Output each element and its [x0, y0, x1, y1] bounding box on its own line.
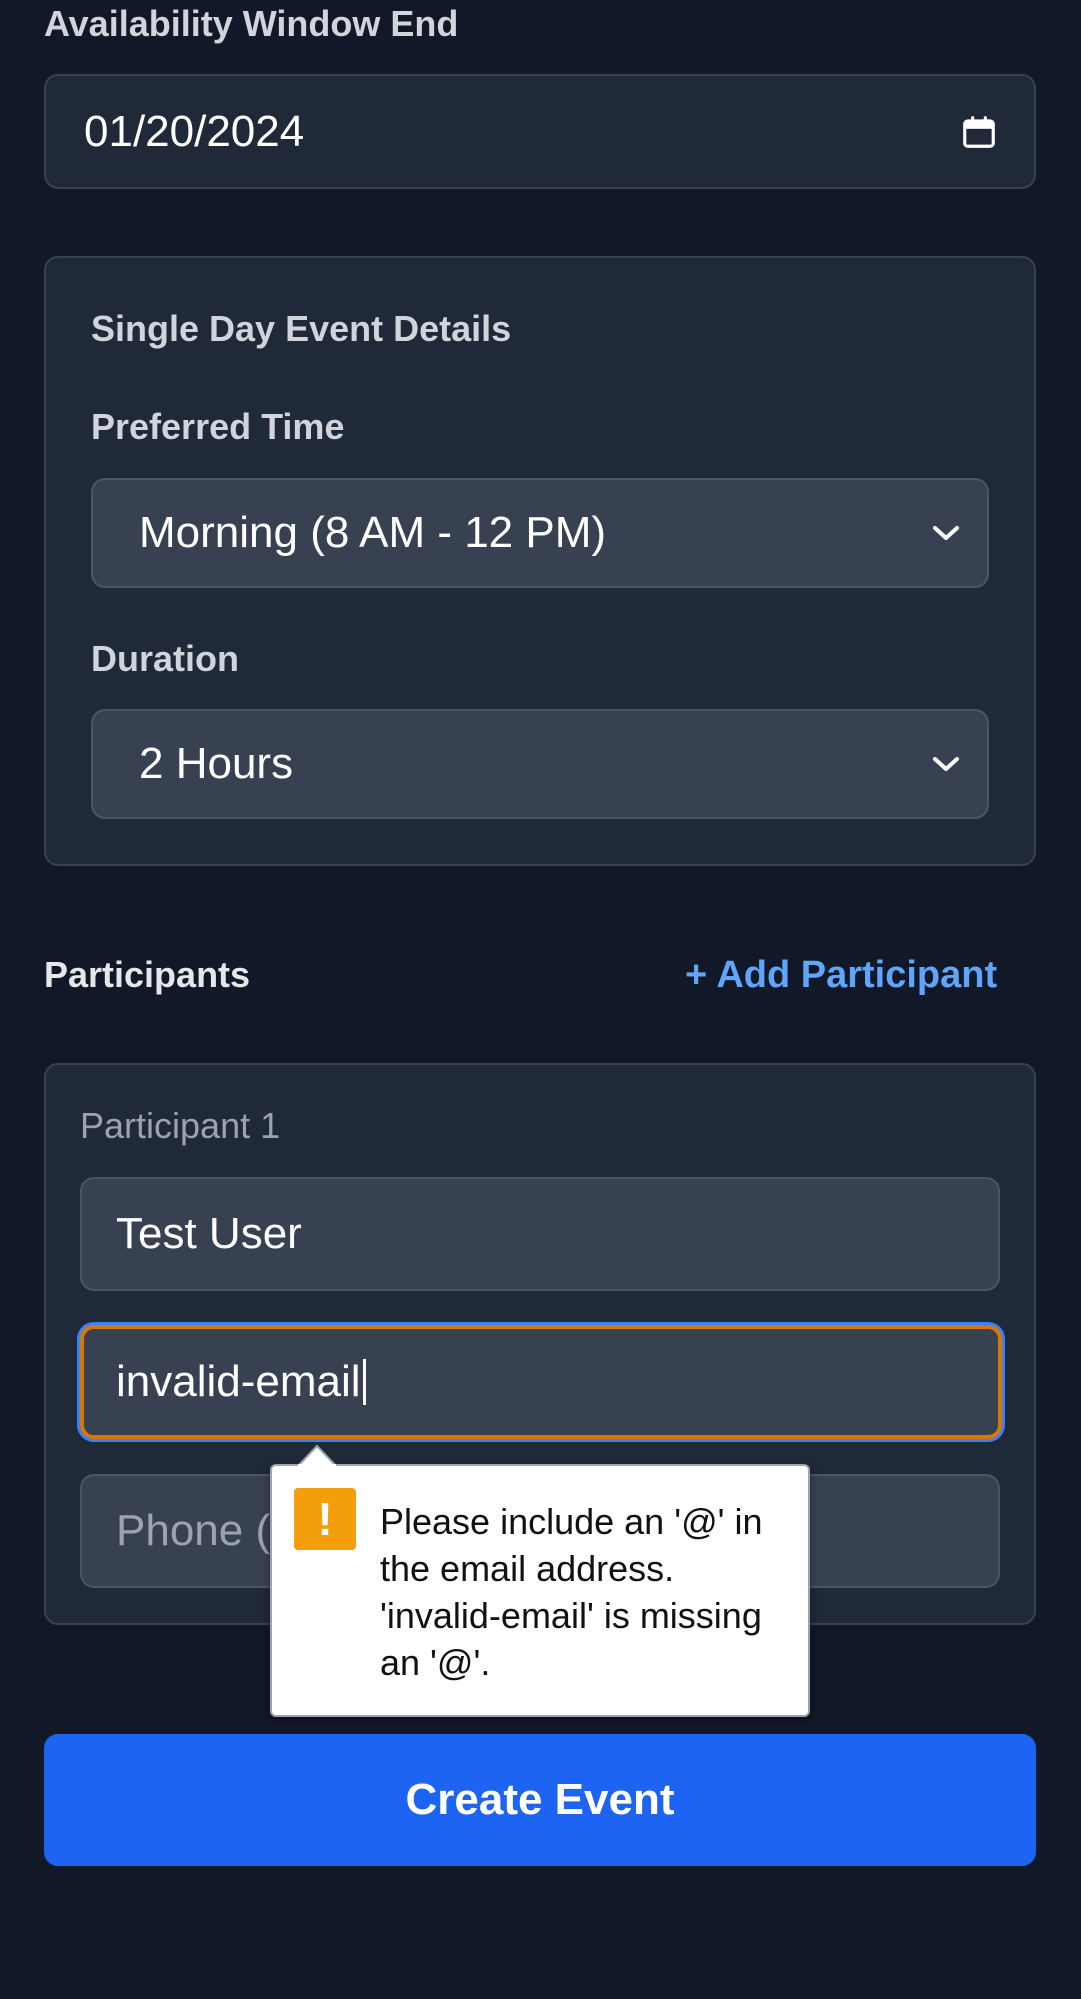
create-event-button[interactable]: Create Event [44, 1734, 1036, 1866]
preferred-time-label: Preferred Time [91, 406, 345, 447]
participants-title: Participants [44, 954, 251, 995]
chevron-down-icon [931, 754, 961, 774]
availability-end-date-input[interactable]: 01/20/2024 [44, 74, 1036, 189]
availability-end-label: Availability Window End [44, 3, 459, 44]
participant-email-value: invalid-email [116, 1357, 361, 1406]
participant-name-value: Test User [116, 1209, 302, 1258]
tooltip-arrow [298, 1444, 336, 1466]
participant-name-input[interactable]: Test User [80, 1177, 1000, 1291]
single-day-title: Single Day Event Details [91, 308, 512, 349]
duration-value: 2 Hours [139, 739, 294, 788]
chevron-down-icon [931, 523, 961, 543]
preferred-time-value: Morning (8 AM - 12 PM) [139, 508, 607, 557]
preferred-time-select[interactable]: Morning (8 AM - 12 PM) [91, 478, 989, 588]
duration-select[interactable]: 2 Hours [91, 709, 989, 819]
participant-email-input[interactable]: invalid-email [80, 1325, 1002, 1439]
duration-label: Duration [91, 638, 239, 679]
calendar-icon[interactable] [960, 113, 998, 151]
validation-message: Please include an '@' in the email addre… [380, 1501, 763, 1683]
availability-end-value: 01/20/2024 [84, 106, 305, 156]
add-participant-link[interactable]: + Add Participant [685, 956, 997, 994]
text-caret [362, 1359, 366, 1405]
exclamation-icon: ! [294, 1488, 356, 1550]
participant-heading: Participant 1 [80, 1105, 281, 1146]
